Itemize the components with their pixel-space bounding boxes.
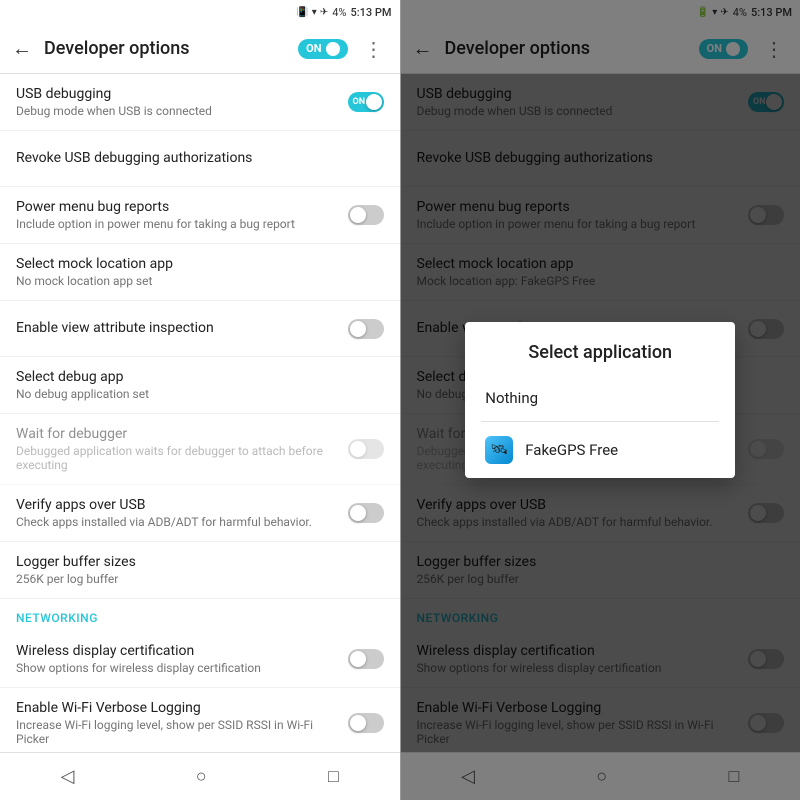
setting-item-revoke-usb[interactable]: Revoke USB debugging authorizations (0, 131, 400, 187)
setting-title: Logger buffer sizes (16, 554, 384, 570)
setting-title: USB debugging (16, 86, 348, 102)
toggle-switch[interactable]: ON (348, 92, 384, 112)
battery-left: 4% (332, 6, 346, 19)
wifi-icon: ▾ (312, 7, 317, 18)
setting-title: Wait for debugger (16, 426, 348, 442)
setting-item-verify-apps[interactable]: Verify apps over USB Check apps installed… (0, 485, 400, 542)
toggle-switch[interactable] (348, 439, 384, 459)
setting-title: Wireless display certification (16, 643, 348, 659)
airplane-icon: ✈ (320, 7, 328, 18)
select-application-dialog: Select application Nothing 🛰 FakeGPS Fre… (465, 322, 735, 478)
toggle-switch[interactable] (348, 205, 384, 225)
setting-item-mock-location[interactable]: Select mock location app No mock location… (0, 244, 400, 301)
nav-recent-left[interactable]: □ (308, 758, 359, 795)
developer-toggle-left[interactable]: ON (298, 39, 347, 59)
time-left: 5:13 PM (350, 6, 391, 19)
setting-item-wifi-verbose[interactable]: Enable Wi-Fi Verbose Logging Increase Wi-… (0, 688, 400, 752)
toggle-switch[interactable] (348, 713, 384, 733)
dialog-title: Select application (465, 322, 735, 375)
setting-item-usb-debugging[interactable]: USB debugging Debug mode when USB is conn… (0, 74, 400, 131)
setting-subtitle: Include option in power menu for taking … (16, 217, 348, 231)
page-title-left: Developer options (44, 38, 298, 59)
settings-list-left: USB debugging Debug mode when USB is conn… (0, 74, 400, 752)
dialog-item-fakegps[interactable]: 🛰 FakeGPS Free (465, 422, 735, 478)
nav-back-left[interactable]: ◁ (41, 758, 95, 795)
toggle-switch[interactable] (348, 503, 384, 523)
modal-overlay[interactable]: Select application Nothing 🛰 FakeGPS Fre… (401, 0, 800, 800)
top-bar-left: ← Developer options ON ⋮ (0, 24, 400, 74)
vibrate-icon: 📳 (296, 7, 308, 18)
setting-item-logger-buffer[interactable]: Logger buffer sizes 256K per log buffer (0, 542, 400, 599)
setting-subtitle: Debugged application waits for debugger … (16, 444, 348, 472)
setting-subtitle: 256K per log buffer (16, 572, 384, 586)
setting-item-debug-app[interactable]: Select debug app No debug application set (0, 357, 400, 414)
setting-title: Power menu bug reports (16, 199, 348, 215)
left-panel: 📳 ▾ ✈ 4% 5:13 PM ← Developer options ON … (0, 0, 400, 800)
setting-title: Select mock location app (16, 256, 384, 272)
fakegps-label: FakeGPS Free (525, 441, 618, 459)
bottom-nav-left: ◁ ○ □ (0, 752, 400, 800)
nav-home-left[interactable]: ○ (176, 758, 227, 795)
setting-title: Enable view attribute inspection (16, 320, 348, 336)
setting-item-wait-debugger[interactable]: Wait for debugger Debugged application wa… (0, 414, 400, 485)
setting-item-wireless-display[interactable]: Wireless display certification Show optio… (0, 631, 400, 688)
setting-item-power-menu-bug[interactable]: Power menu bug reports Include option in … (0, 187, 400, 244)
nothing-label: Nothing (485, 389, 538, 407)
setting-title: Revoke USB debugging authorizations (16, 150, 384, 166)
networking-header: NETWORKING (0, 599, 400, 631)
setting-subtitle: Show options for wireless display certif… (16, 661, 348, 675)
setting-subtitle: No mock location app set (16, 274, 384, 288)
setting-title: Enable Wi-Fi Verbose Logging (16, 700, 348, 716)
more-button-left[interactable]: ⋮ (356, 33, 392, 65)
right-panel: 🔋 ▾ ✈ 4% 5:13 PM ← Developer options ON … (401, 0, 800, 800)
back-button-left[interactable]: ← (8, 32, 36, 65)
setting-subtitle: Check apps installed via ADB/ADT for har… (16, 515, 348, 529)
status-icons-left: 📳 ▾ ✈ (296, 7, 328, 18)
fakegps-icon: 🛰 (485, 436, 513, 464)
setting-title: Select debug app (16, 369, 384, 385)
setting-subtitle: Increase Wi-Fi logging level, show per S… (16, 718, 348, 746)
setting-item-view-attribute[interactable]: Enable view attribute inspection (0, 301, 400, 357)
setting-subtitle: Debug mode when USB is connected (16, 104, 348, 118)
setting-title: Verify apps over USB (16, 497, 348, 513)
setting-subtitle: No debug application set (16, 387, 384, 401)
toggle-switch[interactable] (348, 319, 384, 339)
toggle-switch[interactable] (348, 649, 384, 669)
dialog-item-nothing[interactable]: Nothing (465, 375, 735, 421)
status-bar-left: 📳 ▾ ✈ 4% 5:13 PM (0, 0, 400, 24)
